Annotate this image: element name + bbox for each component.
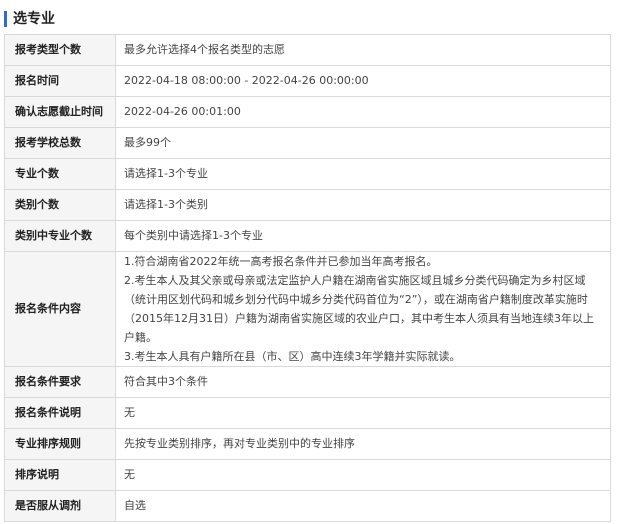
- table-row: 报名条件要求 符合其中3个条件: [4, 366, 611, 398]
- table-row: 类别个数 请选择1-3个类别: [4, 189, 611, 221]
- row-label: 报名条件内容: [4, 251, 116, 367]
- row-label: 类别个数: [4, 189, 116, 221]
- table-row: 排序说明 无: [4, 459, 611, 491]
- condition-line: 1.符合湖南省2022年统一高考报名条件并已参加当年高考报名。: [124, 255, 438, 268]
- row-value: 无: [115, 397, 611, 429]
- table-row: 报名时间 2022-04-18 08:00:00 - 2022-04-26 00…: [4, 65, 611, 97]
- row-label: 报名时间: [4, 65, 116, 97]
- table-row: 类别中专业个数 每个类别中请选择1-3个专业: [4, 220, 611, 252]
- row-value: 请选择1-3个专业: [115, 158, 611, 190]
- info-table: 报考类型个数 最多允许选择4个报名类型的志愿 报名时间 2022-04-18 0…: [4, 34, 611, 522]
- condition-line: 2.考生本人及其父亲或母亲或法定监护人户籍在湖南省实施区域且城乡分类代码确定为乡…: [124, 274, 594, 344]
- row-label: 报考类型个数: [4, 34, 116, 66]
- row-value: 符合其中3个条件: [115, 366, 611, 398]
- table-row: 专业排序规则 先按专业类别排序，再对专业类别中的专业排序: [4, 428, 611, 460]
- table-row: 确认志愿截止时间 2022-04-26 00:01:00: [4, 96, 611, 128]
- row-value: 每个类别中请选择1-3个专业: [115, 220, 611, 252]
- row-label: 专业排序规则: [4, 428, 116, 460]
- row-label: 报名条件要求: [4, 366, 116, 398]
- page: 选专业 报考类型个数 最多允许选择4个报名类型的志愿 报名时间 2022-04-…: [0, 0, 618, 524]
- row-value: 请选择1-3个类别: [115, 189, 611, 221]
- row-label: 排序说明: [4, 459, 116, 491]
- row-label: 报名条件说明: [4, 397, 116, 429]
- row-value-conditions: 1.符合湖南省2022年统一高考报名条件并已参加当年高考报名。 2.考生本人及其…: [115, 251, 611, 367]
- section-title: 选专业: [13, 11, 55, 27]
- table-row: 是否服从调剂 自选: [4, 490, 611, 522]
- section-accent-bar: [4, 11, 7, 27]
- table-row: 报考学校总数 最多99个: [4, 127, 611, 159]
- row-label: 确认志愿截止时间: [4, 96, 116, 128]
- row-value: 无: [115, 459, 611, 491]
- row-value: 2022-04-18 08:00:00 - 2022-04-26 00:00:0…: [115, 65, 611, 97]
- table-row: 报名条件说明 无: [4, 397, 611, 429]
- row-value: 最多99个: [115, 127, 611, 159]
- row-value: 2022-04-26 00:01:00: [115, 96, 611, 128]
- section-header: 选专业: [0, 8, 55, 30]
- row-value: 最多允许选择4个报名类型的志愿: [115, 34, 611, 66]
- condition-line: 3.考生本人具有户籍所在县（市、区）高中连续3年学籍并实际就读。: [124, 350, 461, 363]
- row-label: 专业个数: [4, 158, 116, 190]
- table-row: 报考类型个数 最多允许选择4个报名类型的志愿: [4, 34, 611, 66]
- row-label: 报考学校总数: [4, 127, 116, 159]
- table-row: 专业个数 请选择1-3个专业: [4, 158, 611, 190]
- row-value: 先按专业类别排序，再对专业类别中的专业排序: [115, 428, 611, 460]
- row-label: 是否服从调剂: [4, 490, 116, 522]
- row-value: 自选: [115, 490, 611, 522]
- table-row: 报名条件内容 1.符合湖南省2022年统一高考报名条件并已参加当年高考报名。 2…: [4, 251, 611, 367]
- row-label: 类别中专业个数: [4, 220, 116, 252]
